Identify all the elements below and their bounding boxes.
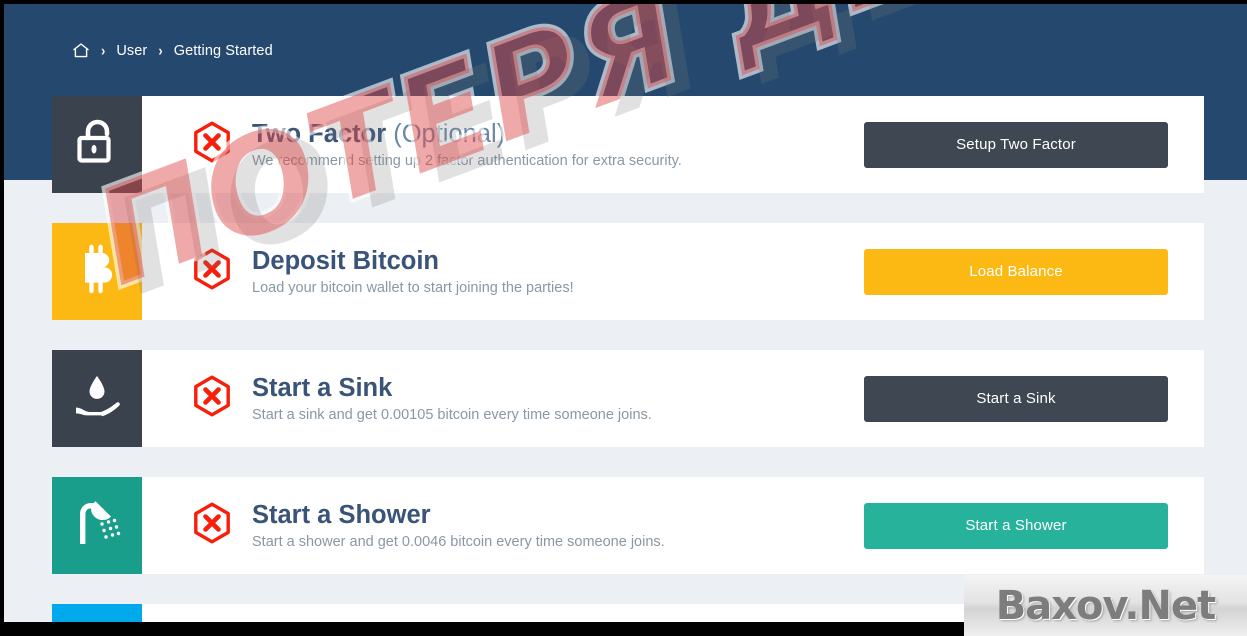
card-text-block: Start a Sink Start a sink and get 0.0010… [252, 372, 652, 424]
card-action: Setup Two Factor [844, 96, 1204, 193]
shower-head-icon [71, 498, 123, 553]
card-title-strong: Deposit Bitcoin [252, 247, 440, 276]
card-start-a-sink: Start a Sink Start a sink and get 0.0010… [52, 350, 1204, 447]
card-text-block: Deposit Bitcoin Load your bitcoin wallet… [252, 245, 574, 297]
card-title: Start a Shower [252, 501, 665, 529]
card-action: Start a Sink [844, 350, 1204, 447]
card-title: Start a Sink [252, 374, 652, 402]
unlocked-padlock-icon [74, 117, 120, 172]
card-title: Deposit Bitcoin [252, 247, 574, 275]
hexagon-x-icon [190, 374, 234, 423]
card-body: Start a Shower Start a shower and get 0.… [142, 477, 844, 574]
card-start-a-shower: Start a Shower Start a shower and get 0.… [52, 477, 1204, 574]
start-a-shower-button[interactable]: Start a Shower [864, 502, 1168, 549]
card-icon-tile [52, 96, 142, 193]
card-body: Deposit Bitcoin Load your bitcoin wallet… [142, 223, 844, 320]
breadcrumb-separator-2: › [158, 41, 163, 60]
hexagon-x-icon [190, 120, 234, 169]
card-action: Load Balance [844, 223, 1204, 320]
home-icon[interactable] [72, 42, 90, 59]
breadcrumb-item-user[interactable]: User [116, 43, 147, 59]
card-description: Start a shower and get 0.0046 bitcoin ev… [252, 534, 665, 551]
hexagon-x-icon [190, 501, 234, 550]
card-description: Start a sink and get 0.00105 bitcoin eve… [252, 407, 652, 424]
start-a-sink-button[interactable]: Start a Sink [864, 375, 1168, 422]
card-title-strong: Two Factor [252, 120, 387, 149]
card-action: Start a Shower [844, 477, 1204, 574]
card-icon-tile [52, 477, 142, 574]
card-title-strong: Start a Sink [252, 374, 393, 403]
getting-started-card-list: Two Factor (Optional) We recommend setti… [52, 96, 1204, 636]
card-deposit-bitcoin: Deposit Bitcoin Load your bitcoin wallet… [52, 223, 1204, 320]
card-text-block: Two Factor (Optional) We recommend setti… [252, 118, 682, 170]
card-body: Start a Sink Start a sink and get 0.0010… [142, 350, 844, 447]
card-body: Two Factor (Optional) We recommend setti… [142, 96, 844, 193]
card-icon-tile [52, 350, 142, 447]
breadcrumb: › User › Getting Started [72, 42, 273, 59]
card-title-light: (Optional) [386, 120, 506, 149]
card-description: We recommend setting up 2 factor authent… [252, 153, 682, 170]
bitcoin-icon [75, 243, 119, 300]
card-two-factor: Two Factor (Optional) We recommend setti… [52, 96, 1204, 193]
setup-two-factor-button[interactable]: Setup Two Factor [864, 121, 1168, 168]
breadcrumb-separator-1: › [101, 41, 106, 60]
site-logo-badge: Baxov.Net [964, 575, 1247, 636]
card-icon-tile [52, 223, 142, 320]
site-logo-text: Baxov.Net [995, 582, 1216, 629]
breadcrumb-item-getting-started[interactable]: Getting Started [174, 43, 273, 59]
screenshot-root: › User › Getting Started Two Factor (Opt… [0, 0, 1247, 636]
hexagon-x-icon [190, 247, 234, 296]
card-description: Load your bitcoin wallet to start joinin… [252, 280, 574, 297]
card-text-block: Start a Shower Start a shower and get 0.… [252, 499, 665, 551]
bottom-black-bar [4, 622, 968, 636]
load-balance-button[interactable]: Load Balance [864, 248, 1168, 295]
card-title-strong: Start a Shower [252, 501, 431, 530]
hand-water-drop-icon [70, 371, 124, 426]
card-title: Two Factor (Optional) [252, 120, 682, 148]
